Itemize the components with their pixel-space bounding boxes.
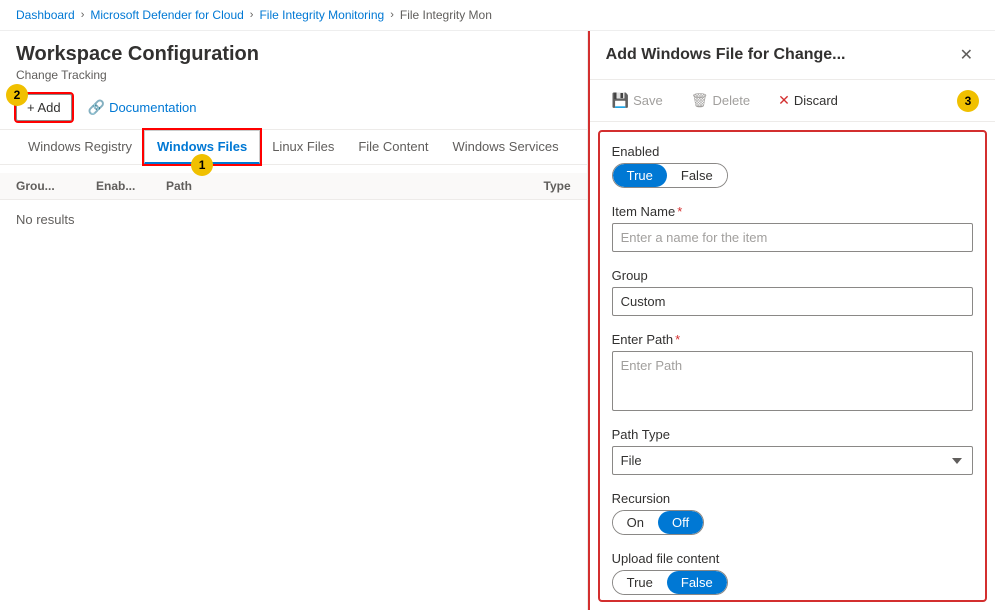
path-type-select[interactable]: File Directory <box>612 446 973 475</box>
breadcrumb-current: File Integrity Mon <box>400 8 492 22</box>
panel-title: Add Windows File for Change... <box>606 46 846 64</box>
upload-false-button[interactable]: False <box>667 571 727 594</box>
enter-path-label: Enter Path* <box>612 332 973 347</box>
enabled-true-button[interactable]: True <box>613 164 667 187</box>
panel-content: Enabled True False Item Name* Group <box>598 130 987 602</box>
panel-header: Add Windows File for Change... ✕ <box>590 31 995 80</box>
close-button[interactable]: ✕ <box>954 43 979 67</box>
page-title: Workspace Configuration <box>16 43 571 66</box>
breadcrumb-defender[interactable]: Microsoft Defender for Cloud <box>90 8 243 22</box>
group-input[interactable] <box>612 287 973 316</box>
link-icon: 🔗 <box>88 99 105 116</box>
badge-2: 2 <box>6 84 28 106</box>
col-enabled-header: Enab... <box>96 179 166 193</box>
enabled-toggle[interactable]: True False <box>612 163 728 188</box>
recursion-off-button[interactable]: Off <box>658 511 703 534</box>
enabled-label: Enabled <box>612 144 973 159</box>
breadcrumb-fim[interactable]: File Integrity Monitoring <box>259 8 384 22</box>
discard-icon: ✕ <box>778 92 790 109</box>
item-name-input[interactable] <box>612 223 973 252</box>
col-type-header: Type <box>491 179 571 193</box>
recursion-label: Recursion <box>612 491 973 506</box>
table-header: Grou... Enab... Path Type <box>0 173 587 200</box>
upload-toggle[interactable]: True False <box>612 570 728 595</box>
badge-3: 3 <box>957 90 979 112</box>
item-name-group: Item Name* <box>612 204 973 252</box>
upload-label: Upload file content <box>612 551 973 566</box>
breadcrumb: Dashboard › Microsoft Defender for Cloud… <box>0 0 995 31</box>
path-group: Enter Path* <box>612 332 973 411</box>
right-panel: Add Windows File for Change... ✕ 💾 Save … <box>588 31 995 610</box>
badge-1: 1 <box>191 154 213 176</box>
item-name-label: Item Name* <box>612 204 973 219</box>
toolbar: + Add 2 🔗 Documentation <box>0 86 587 130</box>
tab-file-content[interactable]: File Content <box>346 131 440 164</box>
upload-true-button[interactable]: True <box>613 571 667 594</box>
path-type-group: Path Type File Directory <box>612 427 973 475</box>
breadcrumb-dashboard[interactable]: Dashboard <box>16 8 75 22</box>
discard-button[interactable]: ✕ Discard <box>772 88 844 113</box>
path-type-label: Path Type <box>612 427 973 442</box>
tabs-container: Windows Registry Windows Files 1 Linux F… <box>0 130 587 165</box>
save-label: Save <box>633 93 663 108</box>
delete-icon: 🗑 <box>691 92 709 109</box>
save-button[interactable]: 💾 Save <box>606 88 669 113</box>
empty-message: No results <box>16 212 75 227</box>
doc-link-label: Documentation <box>109 100 196 115</box>
page-header: Workspace Configuration Change Tracking <box>0 31 587 86</box>
table-body: No results <box>0 200 587 239</box>
documentation-link[interactable]: 🔗 Documentation <box>88 99 197 116</box>
tab-windows-services[interactable]: Windows Services <box>440 131 570 164</box>
col-group-header: Grou... <box>16 179 96 193</box>
page-subtitle: Change Tracking <box>16 68 571 82</box>
enabled-group: Enabled True False <box>612 144 973 188</box>
group-group: Group <box>612 268 973 316</box>
path-input[interactable] <box>612 351 973 411</box>
panel-toolbar: 💾 Save 🗑 Delete ✕ Discard 3 <box>590 80 995 122</box>
recursion-on-button[interactable]: On <box>613 511 658 534</box>
save-icon: 💾 <box>612 92 629 109</box>
discard-label: Discard <box>794 93 838 108</box>
tab-linux-files[interactable]: Linux Files <box>260 131 346 164</box>
delete-button[interactable]: 🗑 Delete <box>685 88 756 113</box>
recursion-toggle[interactable]: On Off <box>612 510 704 535</box>
group-label: Group <box>612 268 973 283</box>
recursion-group: Recursion On Off <box>612 491 973 535</box>
left-panel: Workspace Configuration Change Tracking … <box>0 31 588 610</box>
col-path-header: Path <box>166 179 491 193</box>
tab-windows-registry[interactable]: Windows Registry <box>16 131 144 164</box>
upload-group: Upload file content True False <box>612 551 973 595</box>
delete-label: Delete <box>713 93 751 108</box>
enabled-false-button[interactable]: False <box>667 164 727 187</box>
